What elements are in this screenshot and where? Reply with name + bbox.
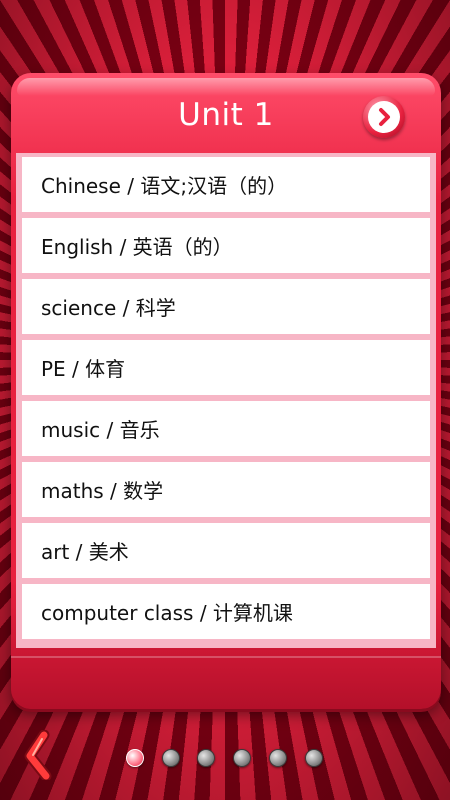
vocabulary-card: Unit 1 Chinese / 语文;汉语（的） English / 英语（的… — [11, 73, 441, 709]
vocab-text: PE / 体育 — [41, 357, 126, 381]
next-button[interactable] — [363, 96, 405, 138]
page-dot-5[interactable] — [269, 749, 287, 767]
vocab-text: Chinese / 语文;汉语（的） — [41, 174, 288, 198]
vocab-item-music[interactable]: music / 音乐 — [22, 401, 430, 456]
page-dot-4[interactable] — [233, 749, 251, 767]
chevron-right-icon — [379, 108, 390, 126]
vocab-item-computer-class[interactable]: computer class / 计算机课 — [22, 584, 430, 639]
vocab-item-english[interactable]: English / 英语（的） — [22, 218, 430, 273]
vocab-item-chinese[interactable]: Chinese / 语文;汉语（的） — [22, 157, 430, 212]
page-dot-1[interactable] — [126, 749, 144, 767]
vocab-item-art[interactable]: art / 美术 — [22, 523, 430, 578]
card-header: Unit 1 — [11, 73, 441, 153]
page-indicator — [0, 749, 450, 769]
card-footer — [11, 648, 441, 709]
vocab-text: science / 科学 — [41, 296, 176, 320]
vocab-text: music / 音乐 — [41, 418, 160, 442]
page-dot-3[interactable] — [197, 749, 215, 767]
page-dot-2[interactable] — [162, 749, 180, 767]
vocab-text: English / 英语（的） — [41, 235, 233, 259]
vocab-list: Chinese / 语文;汉语（的） English / 英语（的） scien… — [16, 153, 436, 648]
vocab-item-pe[interactable]: PE / 体育 — [22, 340, 430, 395]
next-button-face — [368, 101, 400, 133]
vocab-item-maths[interactable]: maths / 数学 — [22, 462, 430, 517]
vocab-item-science[interactable]: science / 科学 — [22, 279, 430, 334]
page-dot-6[interactable] — [305, 749, 323, 767]
vocab-text: maths / 数学 — [41, 479, 164, 503]
vocab-text: art / 美术 — [41, 540, 129, 564]
vocab-text: computer class / 计算机课 — [41, 601, 293, 625]
